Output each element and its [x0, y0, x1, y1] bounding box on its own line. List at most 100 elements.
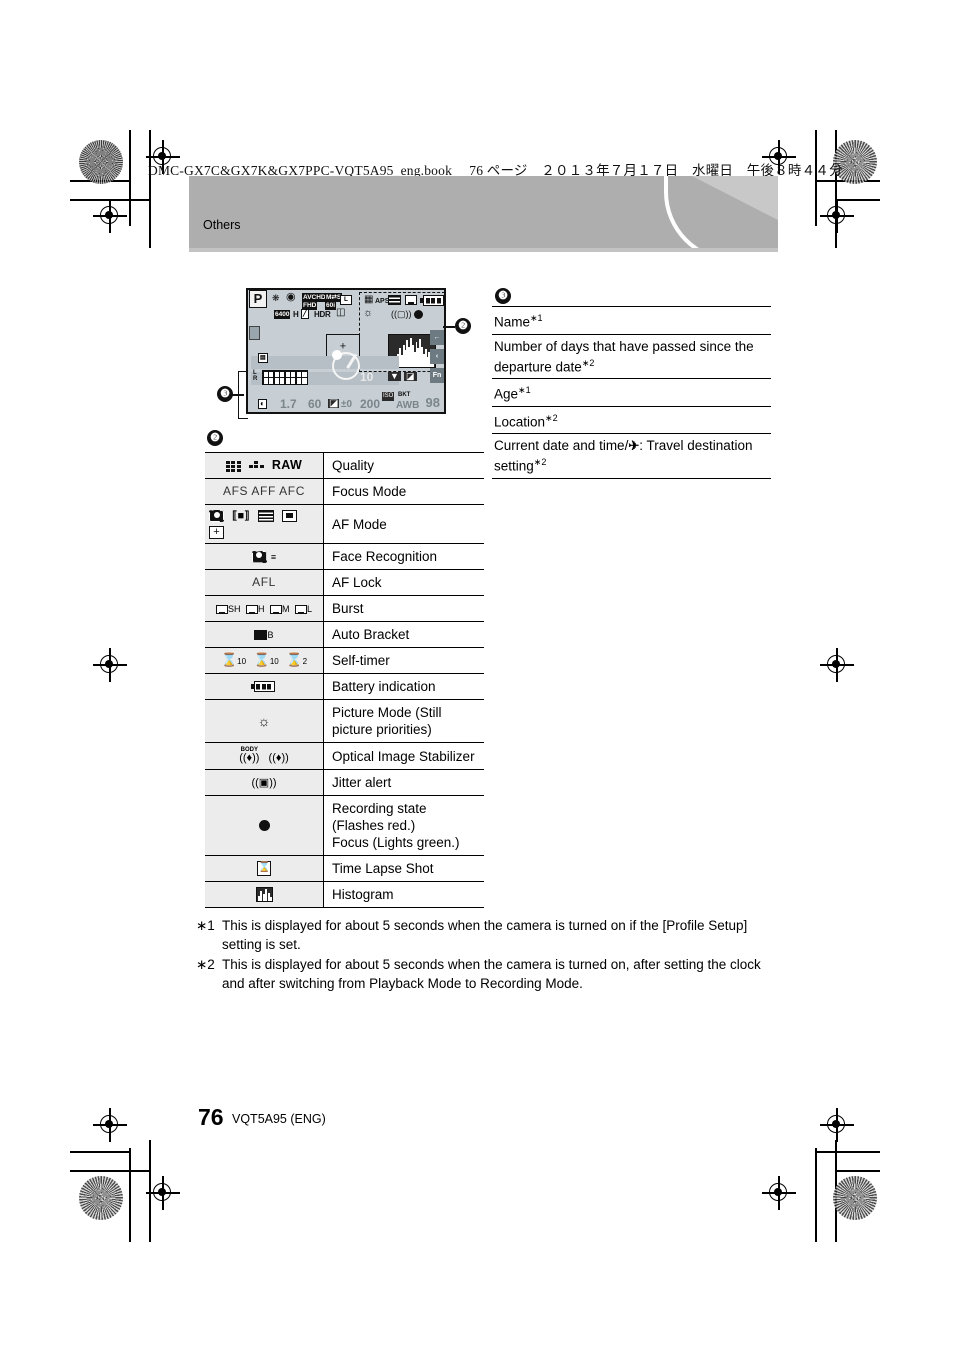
face-recognition-lines-icon: ≡ — [270, 551, 277, 562]
metering-mode-icon: ◐ — [258, 399, 267, 409]
registration-mark-bottom-left — [146, 1176, 180, 1210]
age-label: Age — [494, 386, 519, 402]
burst-m-icon — [270, 604, 282, 614]
crop-line-br-v1 — [815, 1148, 817, 1242]
table-row: Battery indication — [205, 673, 484, 701]
registration-mark-mid-left — [93, 648, 127, 682]
self-timer-icons-cell: ⌛10 ⌛10 ⌛2 — [205, 647, 324, 675]
time-lapse-shot-label: Time Lapse Shot — [323, 855, 484, 883]
page-number: 76 — [198, 1104, 224, 1130]
audio-level-r: R — [253, 376, 258, 382]
touch-tab-fn-icon[interactable]: Fn — [430, 368, 444, 383]
age-row-cell: Age∗1 — [492, 378, 771, 407]
lcd-info-band-upper — [251, 356, 399, 369]
location-footnote-marker: ∗2 — [545, 412, 558, 423]
time-lapse-shot-icon: ⌛ — [257, 861, 271, 877]
af-mode-icon-lcd — [388, 295, 401, 305]
jitter-alert-label: Jitter alert — [323, 769, 484, 797]
af-lock-label: AF Lock — [323, 569, 484, 597]
picture-mode-icon-lcd: ☼ — [363, 307, 374, 319]
banner-curve — [664, 176, 778, 248]
footnotes: ∗1 This is displayed for about 5 seconds… — [196, 916, 786, 994]
frame-rate-badge: 60i — [325, 301, 337, 310]
lcd-touch-tab-strip[interactable]: ← ‹ Fn — [430, 330, 444, 383]
table-row: BODY ((♦)) ((♦)) Optical Image Stabilize… — [205, 742, 484, 771]
table-row: ≡ Face Recognition — [205, 543, 484, 571]
recording-state-icon — [258, 820, 270, 832]
flash-mode-icon-lcd: ▼ — [388, 371, 401, 381]
af-face-detect-icon — [209, 510, 224, 523]
crop-line-bl-h2 — [70, 1170, 150, 1172]
jitter-alert-icon: ((▣)) — [251, 776, 277, 789]
quality-label: Quality — [323, 452, 484, 479]
flash-comp-icon-lcd: ◪ — [404, 371, 417, 381]
registration-mark-bottom-right — [762, 1176, 796, 1210]
burst-sh-icon — [215, 604, 228, 614]
lcd-left-tab-icon — [249, 326, 260, 340]
af-mode-label: AF Mode — [323, 503, 484, 545]
quality-icon-lcd: ▦ — [364, 294, 374, 305]
info-legend-table-3: Name∗1 Number of days that have passed s… — [492, 306, 771, 479]
ois-body-icon: BODY ((♦)) — [239, 747, 260, 765]
table-row: ⌛10 ⌛10 ⌛2 Self-timer — [205, 647, 484, 675]
days-passed-label: Number of days that have passed since th… — [494, 338, 754, 375]
registration-mark-upper-right-inner — [820, 199, 854, 233]
footnote-2-text: This is displayed for about 5 seconds wh… — [222, 957, 761, 991]
footnote-1-text: This is displayed for about 5 seconds wh… — [222, 918, 748, 952]
callout-3-marker-table: ❸ — [495, 288, 511, 304]
airplane-icon: ✈ — [628, 438, 640, 453]
hdr-badge: HDR — [314, 310, 331, 319]
iso-limit-badge: 6400 — [274, 310, 291, 319]
touch-tab-back-icon[interactable]: ← — [430, 330, 444, 345]
page-title: Others — [203, 218, 241, 232]
burst-h-icon — [245, 604, 258, 614]
banner-underline — [189, 248, 778, 252]
picture-mode-icon-cell: ☼ — [205, 699, 324, 744]
datetime-footnote-marker: ∗2 — [533, 457, 547, 467]
mode-dial-icon: P — [249, 290, 267, 308]
touch-tab-arrow-icon[interactable]: ‹ — [430, 349, 444, 364]
datetime-label-pre: Current date and time/ — [494, 438, 629, 453]
table-row: B Auto Bracket — [205, 621, 484, 649]
jitter-alert-icon-lcd: ((▢)) — [391, 309, 412, 319]
callout-3-marker-lcd: ❸ — [217, 386, 233, 402]
focus-mode-icons-cell: AFS AFF AFC — [205, 478, 324, 505]
burst-label: Burst — [323, 595, 484, 623]
table-row: ((▣)) Jitter alert — [205, 769, 484, 797]
camera-lcd-illustration: P ❋ ◉ AVCHD FHD M⇄S 60i L 6400 H ╱ HDR ◫… — [246, 288, 446, 414]
days-passed-row-cell: Number of days that have passed since th… — [492, 333, 771, 379]
table-row: Location∗2 — [492, 405, 771, 434]
picture-mode-icon: ☼ — [257, 713, 271, 730]
table-row: ☼ Picture Mode (Still picture priorities… — [205, 699, 484, 744]
self-timer-10s-icon: ⌛ — [220, 651, 238, 667]
burst-icon-lcd — [405, 295, 417, 305]
auto-bracket-label: Auto Bracket — [323, 621, 484, 649]
picture-size-badge: L — [340, 295, 352, 305]
footnote-2-marker: ∗2 — [196, 957, 215, 972]
i-dynamic-icon: ╱ — [301, 309, 309, 319]
table-row: Name∗1 — [492, 306, 771, 335]
face-recognition-label: Face Recognition — [323, 543, 484, 571]
crop-line-bl-h1 — [70, 1151, 130, 1153]
table-row: RAW Quality — [205, 452, 484, 479]
auto-bracket-icon — [254, 629, 268, 640]
recording-state-icon-cell — [205, 795, 324, 857]
self-timer-knob — [332, 350, 342, 360]
af-lock-abbrev-label: AFL — [252, 575, 276, 590]
table-row: Recording state (Flashes red.) Focus (Li… — [205, 795, 484, 857]
self-timer-dial-icon — [332, 350, 360, 380]
iso-tag-label: ISO — [382, 392, 395, 401]
focus-mode-abbrev-label: AFS AFF AFC — [223, 484, 305, 498]
time-lapse-shot-icon-cell: ⌛ — [205, 855, 324, 883]
audio-level-meter — [262, 370, 308, 385]
face-recognition-icon — [251, 550, 267, 563]
recording-state-label-cell: Recording state (Flashes red.) Focus (Li… — [323, 795, 484, 857]
registration-mark-mid-right — [820, 648, 854, 682]
multi-exposure-icon: ◫ — [336, 307, 346, 318]
crop-line-bl-v1 — [129, 1148, 131, 1242]
location-row-cell: Location∗2 — [492, 405, 771, 434]
self-timer-count: 10 — [360, 370, 374, 384]
table-row: Histogram — [205, 881, 484, 909]
quality-icons-cell: RAW — [205, 452, 324, 479]
jitter-alert-icon-cell: ((▣)) — [205, 769, 324, 797]
